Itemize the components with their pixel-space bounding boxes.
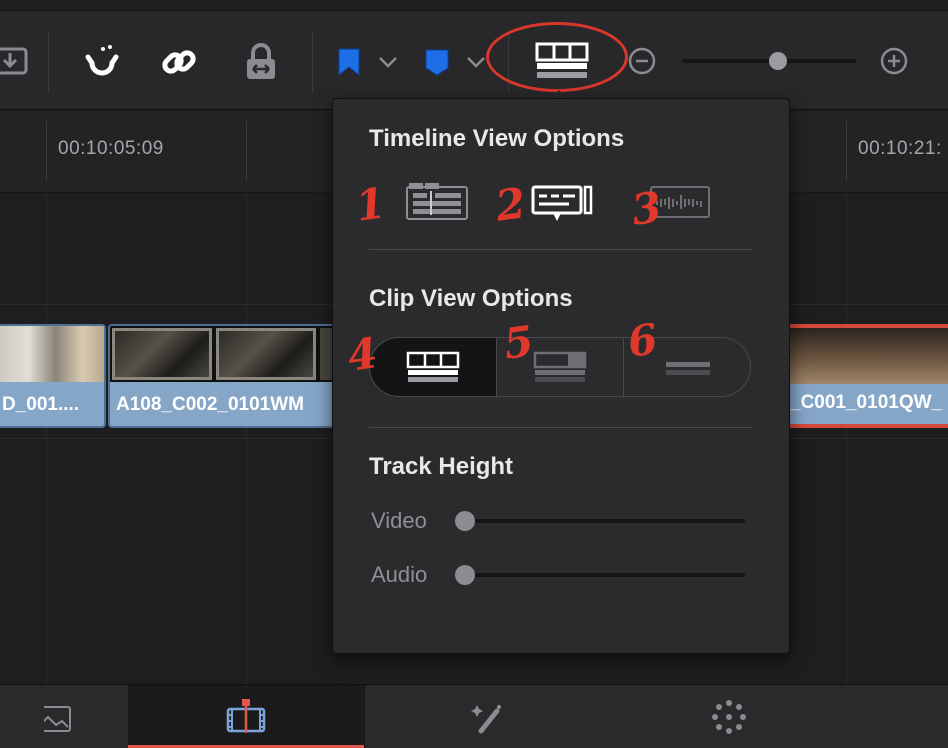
section-divider	[369, 249, 753, 250]
color-page-tab[interactable]	[614, 685, 844, 748]
clip-view-filmstrip-option[interactable]	[370, 338, 496, 396]
audio-track-height-slider[interactable]: Audio	[369, 559, 753, 589]
track-height-heading: Track Height	[369, 453, 514, 480]
section-divider	[369, 427, 753, 428]
flag-icon[interactable]	[334, 45, 364, 79]
timeline-clip[interactable]: D_001....	[0, 324, 106, 428]
zoom-slider-thumb[interactable]	[769, 52, 787, 70]
davinci-resolve-edit-page: 00:10:05:09 00:10:21: D_001.... A108_C00…	[0, 0, 948, 748]
clip-name: D_001....	[2, 394, 80, 415]
marker-icon[interactable]	[420, 45, 454, 79]
media-page-icon	[44, 706, 71, 732]
marker-chevron-down-icon[interactable]	[464, 51, 488, 73]
fusion-page-tab[interactable]	[364, 685, 614, 748]
subtitle-tracks-icon[interactable]	[527, 183, 593, 225]
media-page-tab[interactable]	[0, 685, 128, 748]
video-label: Video	[371, 508, 427, 533]
filmstrip-view-icon	[406, 351, 460, 382]
flag-chevron-down-icon[interactable]	[376, 51, 400, 73]
zoom-in-icon[interactable]	[878, 45, 910, 77]
position-lock-icon[interactable]	[238, 39, 284, 85]
timeline-toolbar	[0, 10, 948, 110]
timeline-view-options-popup: Timeline View Options Clip View Options	[332, 98, 790, 654]
timecode-label: 00:10:05:09	[58, 138, 164, 159]
timeline-view-options-heading: Timeline View Options	[369, 125, 625, 152]
clip-thumbnail	[110, 326, 342, 382]
audio-label: Audio	[371, 562, 428, 587]
zoom-slider[interactable]	[682, 51, 856, 71]
clip-name: _C001_0101QW_	[790, 392, 943, 413]
name-only-view-icon	[666, 362, 710, 375]
timeline-clip[interactable]: A108_C002_0101WM	[108, 324, 344, 428]
page-navigation-bar	[0, 684, 948, 748]
clip-name: A108_C002_0101WM	[116, 394, 305, 415]
video-track-height-slider[interactable]: Video	[369, 505, 753, 535]
stacked-timelines-icon[interactable]	[405, 181, 471, 223]
timecode-label: 00:10:21:	[858, 138, 942, 159]
clip-thumbnail	[0, 326, 104, 382]
zoom-out-icon[interactable]	[626, 45, 658, 77]
snapping-magnet-icon[interactable]	[78, 39, 124, 85]
clip-view-segmented-control	[369, 337, 751, 397]
insert-clip-icon[interactable]	[0, 39, 30, 83]
clip-view-options-heading: Clip View Options	[369, 285, 573, 312]
color-page-icon	[712, 700, 746, 734]
slider-track[interactable]	[465, 519, 745, 523]
fusion-page-icon	[471, 705, 501, 734]
slider-thumb[interactable]	[455, 565, 475, 585]
slider-thumb[interactable]	[455, 511, 475, 531]
annotation-circle	[486, 22, 628, 92]
timeline-clip-selected[interactable]: _C001_0101QW_	[784, 324, 948, 428]
thumbnail-view-icon	[533, 351, 587, 382]
clip-thumbnail	[786, 328, 948, 384]
linked-selection-icon[interactable]	[156, 39, 202, 85]
edit-page-tab[interactable]	[128, 685, 364, 748]
edit-page-icon	[226, 699, 266, 733]
slider-track[interactable]	[465, 573, 745, 577]
